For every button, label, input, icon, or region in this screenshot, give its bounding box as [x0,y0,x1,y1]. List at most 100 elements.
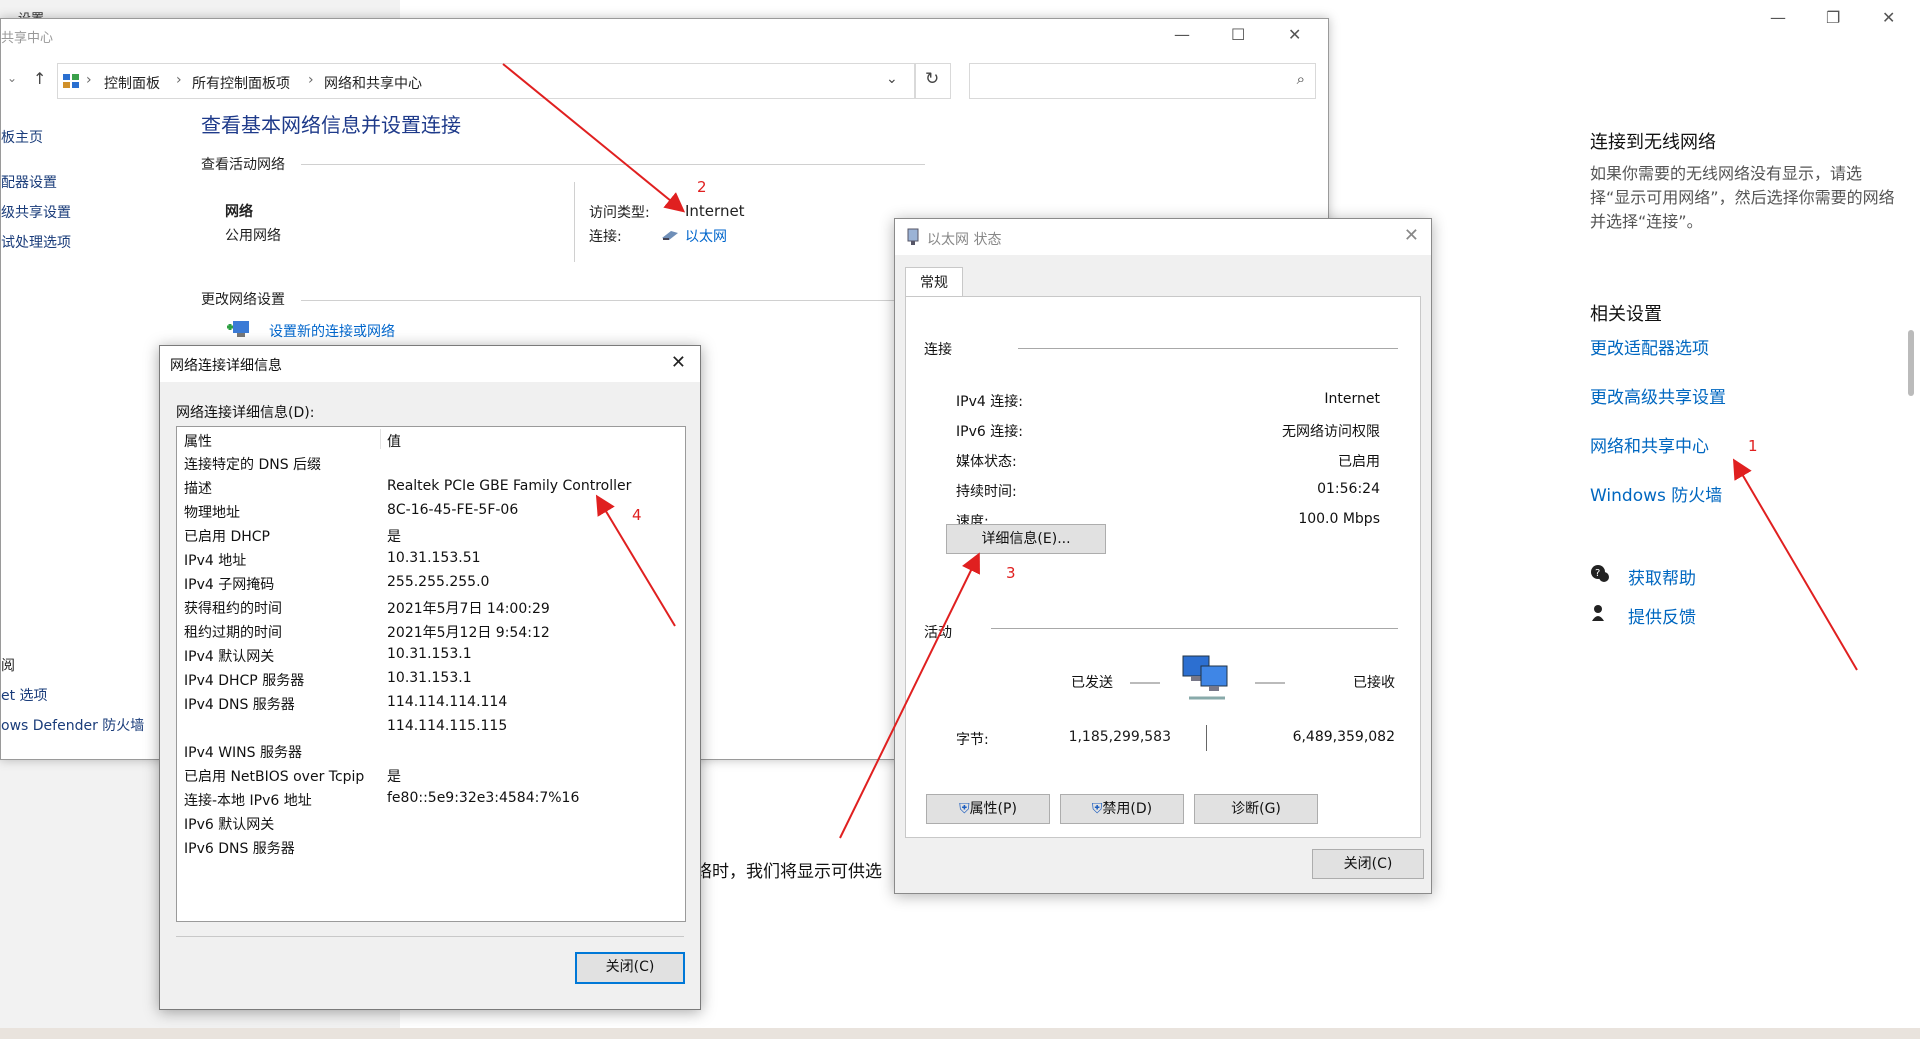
shield-icon: ⛨ [959,801,970,817]
diagnose-button[interactable]: 诊断(G) [1194,794,1318,824]
row-value: 10.31.153.1 [387,670,472,686]
row-property: 连接-本地 IPv6 地址 [184,793,312,809]
breadcrumb-all-items[interactable]: 所有控制面板项 [192,73,290,93]
minimize-icon[interactable]: — [1174,25,1190,44]
table-row[interactable]: IPv6 默认网关 [184,814,684,838]
close-button[interactable]: 关闭(C) [575,952,685,984]
details-button[interactable]: 详细信息(E)... [946,524,1106,554]
table-row[interactable]: 连接-本地 IPv6 地址 fe80::5e9:32e3:4584:7%16 [184,790,684,814]
annotation-number-3: 3 [1006,564,1016,582]
breadcrumb-control-panel[interactable]: 控制面板 [104,73,160,93]
details-list-label: 网络连接详细信息(D): [176,405,315,421]
details-list[interactable]: 属性 值 连接特定的 DNS 后缀描述 Realtek PCIe GBE Fami… [176,426,686,922]
recent-locations-icon[interactable]: ⌄ [7,71,17,85]
link-network-sharing-center[interactable]: 网络和共享中心 [1590,432,1709,457]
sidebar-item-advanced-sharing[interactable]: 级共享设置 [1,202,71,222]
network-activity-icon [1182,655,1228,700]
maximize-icon[interactable]: ☐ [1231,25,1245,44]
ethernet-connection-link[interactable]: 以太网 [685,226,727,246]
breadcrumb-separator: › [86,72,92,88]
sidebar-item-defender-firewall[interactable]: ows Defender 防火墙 [1,715,144,735]
table-row[interactable]: 已启用 NetBIOS over Tcpip 是 [184,766,684,790]
change-settings-label: 更改网络设置 [201,292,285,308]
properties-button[interactable]: ⛨属性(P) [926,794,1050,824]
ethernet-icon [662,231,678,240]
table-row[interactable]: 114.114.115.115 [184,718,684,742]
sent-label: 已发送 [1071,675,1113,691]
new-connection-icon [227,321,249,337]
setup-new-connection-link[interactable]: 设置新的连接或网络 [269,321,395,341]
disable-button-label: 禁用(D) [1102,801,1153,817]
row-value: 255.255.255.0 [387,574,490,590]
close-icon[interactable]: ✕ [1882,8,1895,27]
arrow-1 [1732,458,1858,671]
link-windows-firewall[interactable]: Windows 防火墙 [1590,481,1722,506]
up-arrow-icon[interactable]: ↑ [33,69,46,88]
column-header-property[interactable]: 属性 [184,431,212,451]
search-input[interactable]: ⌕ [969,63,1316,99]
close-icon[interactable]: ✕ [1404,225,1419,246]
table-row[interactable]: IPv4 默认网关 10.31.153.1 [184,646,684,670]
table-row[interactable]: IPv4 子网掩码 255.255.255.0 [184,574,684,598]
row-property: IPv4 DNS 服务器 [184,697,295,713]
close-icon[interactable]: ✕ [671,352,686,373]
divider [1018,348,1398,349]
table-row[interactable]: 描述 Realtek PCIe GBE Family Controller [184,478,684,502]
ethernet-status-dialog: 以太网 状态 ✕ 常规 连接 IPv4 连接: Internet IPv6 连接: 无… [894,218,1432,894]
table-row[interactable]: IPv4 DNS 服务器 114.114.114.114 [184,694,684,718]
table-row[interactable]: IPv4 WINS 服务器 [184,742,684,766]
column-separator[interactable] [380,429,381,449]
annotation-number-2: 2 [697,178,707,196]
link-change-adapter-options[interactable]: 更改适配器选项 [1590,334,1709,359]
row-property: 物理地址 [184,505,240,521]
row-property: 描述 [184,481,212,497]
chevron-down-icon[interactable]: ⌄ [886,71,898,87]
received-line [1255,682,1285,684]
sidebar-item-adapter[interactable]: 配器设置 [1,172,57,192]
table-row[interactable]: 租约过期的时间 2021年5月12日 9:54:12 [184,622,684,646]
refresh-button[interactable]: ↻ [915,63,951,99]
table-row[interactable]: 连接特定的 DNS 后缀 [184,454,684,478]
row-value: 114.114.114.114 [387,694,508,710]
table-row[interactable]: 获得租约的时间 2021年5月7日 14:00:29 [184,598,684,622]
breadcrumb-sharing-center[interactable]: 网络和共享中心 [324,73,422,93]
tab-general[interactable]: 常规 [905,267,963,298]
disable-button[interactable]: ⛨禁用(D) [1060,794,1184,824]
table-row[interactable]: 物理地址 8C-16-45-FE-5F-06 [184,502,684,526]
annotation-number-4: 4 [632,506,642,524]
received-label: 已接收 [1353,675,1395,691]
activity-group-label: 活动 [924,625,952,641]
status-value: 01:56:24 [1317,481,1380,497]
sidebar-item-media-streaming[interactable]: 试处理选项 [1,232,71,252]
row-value: 是 [387,529,401,545]
table-row[interactable]: IPv4 DHCP 服务器 10.31.153.1 [184,670,684,694]
bytes-received: 6,489,359,082 [1292,729,1395,745]
close-icon[interactable]: ✕ [1288,25,1301,44]
related-settings-heading: 相关设置 [1590,304,1662,325]
minimize-icon[interactable]: — [1770,8,1786,27]
table-row[interactable]: IPv6 DNS 服务器 [184,838,684,862]
address-bar[interactable]: › 控制面板 › 所有控制面板项 › 网络和共享中心 ⌄ [57,63,915,99]
search-icon: ⌕ [1296,70,1305,88]
taskbar [0,1028,1920,1039]
row-value: 114.114.115.115 [387,718,508,734]
dialog-title: 网络连接详细信息 [170,358,282,374]
network-connection-details-dialog: 网络连接详细信息 ✕ 网络连接详细信息(D): 属性 值 连接特定的 DNS 后… [159,345,701,1010]
row-property: 租约过期的时间 [184,625,282,641]
status-label: 持续时间: [956,484,1017,500]
shield-icon: ⛨ [1091,801,1103,817]
link-advanced-sharing[interactable]: 更改高级共享设置 [1590,383,1726,408]
sidebar-item-home[interactable]: 板主页 [1,127,43,147]
status-value: 100.0 Mbps [1298,511,1380,527]
column-header-value[interactable]: 值 [387,431,401,451]
link-give-feedback[interactable]: 提供反馈 [1628,603,1696,628]
close-button[interactable]: 关闭(C) [1312,849,1424,879]
restore-icon[interactable]: ❐ [1826,8,1840,27]
sidebar-item-internet-options[interactable]: et 选项 [1,685,48,705]
scrollbar[interactable] [1908,330,1914,396]
network-type[interactable]: 公用网络 [225,225,281,245]
link-get-help[interactable]: 获取帮助 [1628,564,1696,589]
table-row[interactable]: IPv4 地址 10.31.153.51 [184,550,684,574]
row-property: 连接特定的 DNS 后缀 [184,457,322,473]
table-row[interactable]: 已启用 DHCP 是 [184,526,684,550]
